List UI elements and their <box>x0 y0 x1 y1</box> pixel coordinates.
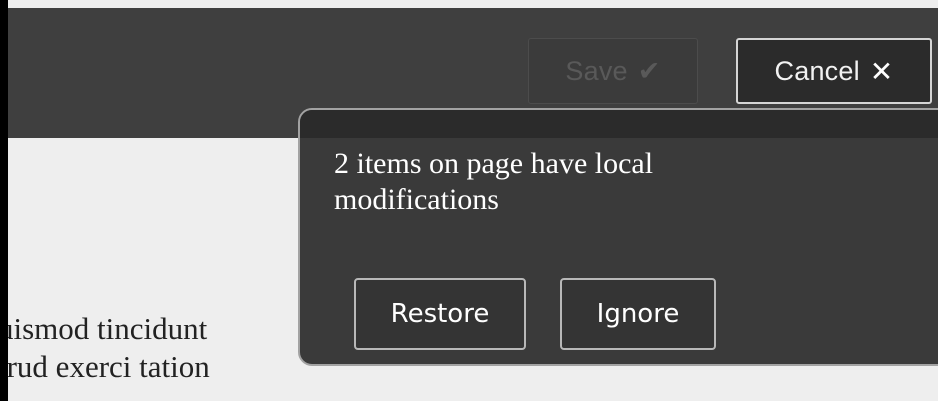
popover-message-line: modifications <box>334 183 499 216</box>
body-text-line: trud exerci tation <box>8 348 210 384</box>
ignore-button-label: Ignore <box>596 299 680 329</box>
checkmark-icon: ✔ <box>637 55 661 87</box>
close-icon: ✕ <box>869 54 894 88</box>
body-text-line: uismod tincidunt <box>8 311 208 346</box>
local-modifications-popover: 2 items on page have local modifications… <box>298 108 938 366</box>
app-window: Save ✔ Cancel ✕ uismod tincidunt trud ex… <box>8 0 938 401</box>
popover-message-line: 2 items on page have local <box>334 147 654 180</box>
toolbar-actions: Save ✔ Cancel ✕ <box>528 38 932 104</box>
restore-button[interactable]: Restore <box>354 278 526 350</box>
cancel-button[interactable]: Cancel ✕ <box>736 38 932 104</box>
save-button-label: Save <box>565 55 628 86</box>
body-text: uismod tincidunt trud exerci tation <box>8 310 210 386</box>
ignore-button[interactable]: Ignore <box>560 278 716 350</box>
restore-button-label: Restore <box>390 299 490 329</box>
cancel-button-label: Cancel <box>774 55 860 86</box>
popover-actions: Restore Ignore <box>354 278 716 350</box>
popover-header-strip <box>300 110 938 138</box>
popover-message: 2 items on page have local modifications <box>334 146 874 218</box>
save-button[interactable]: Save ✔ <box>528 38 698 104</box>
